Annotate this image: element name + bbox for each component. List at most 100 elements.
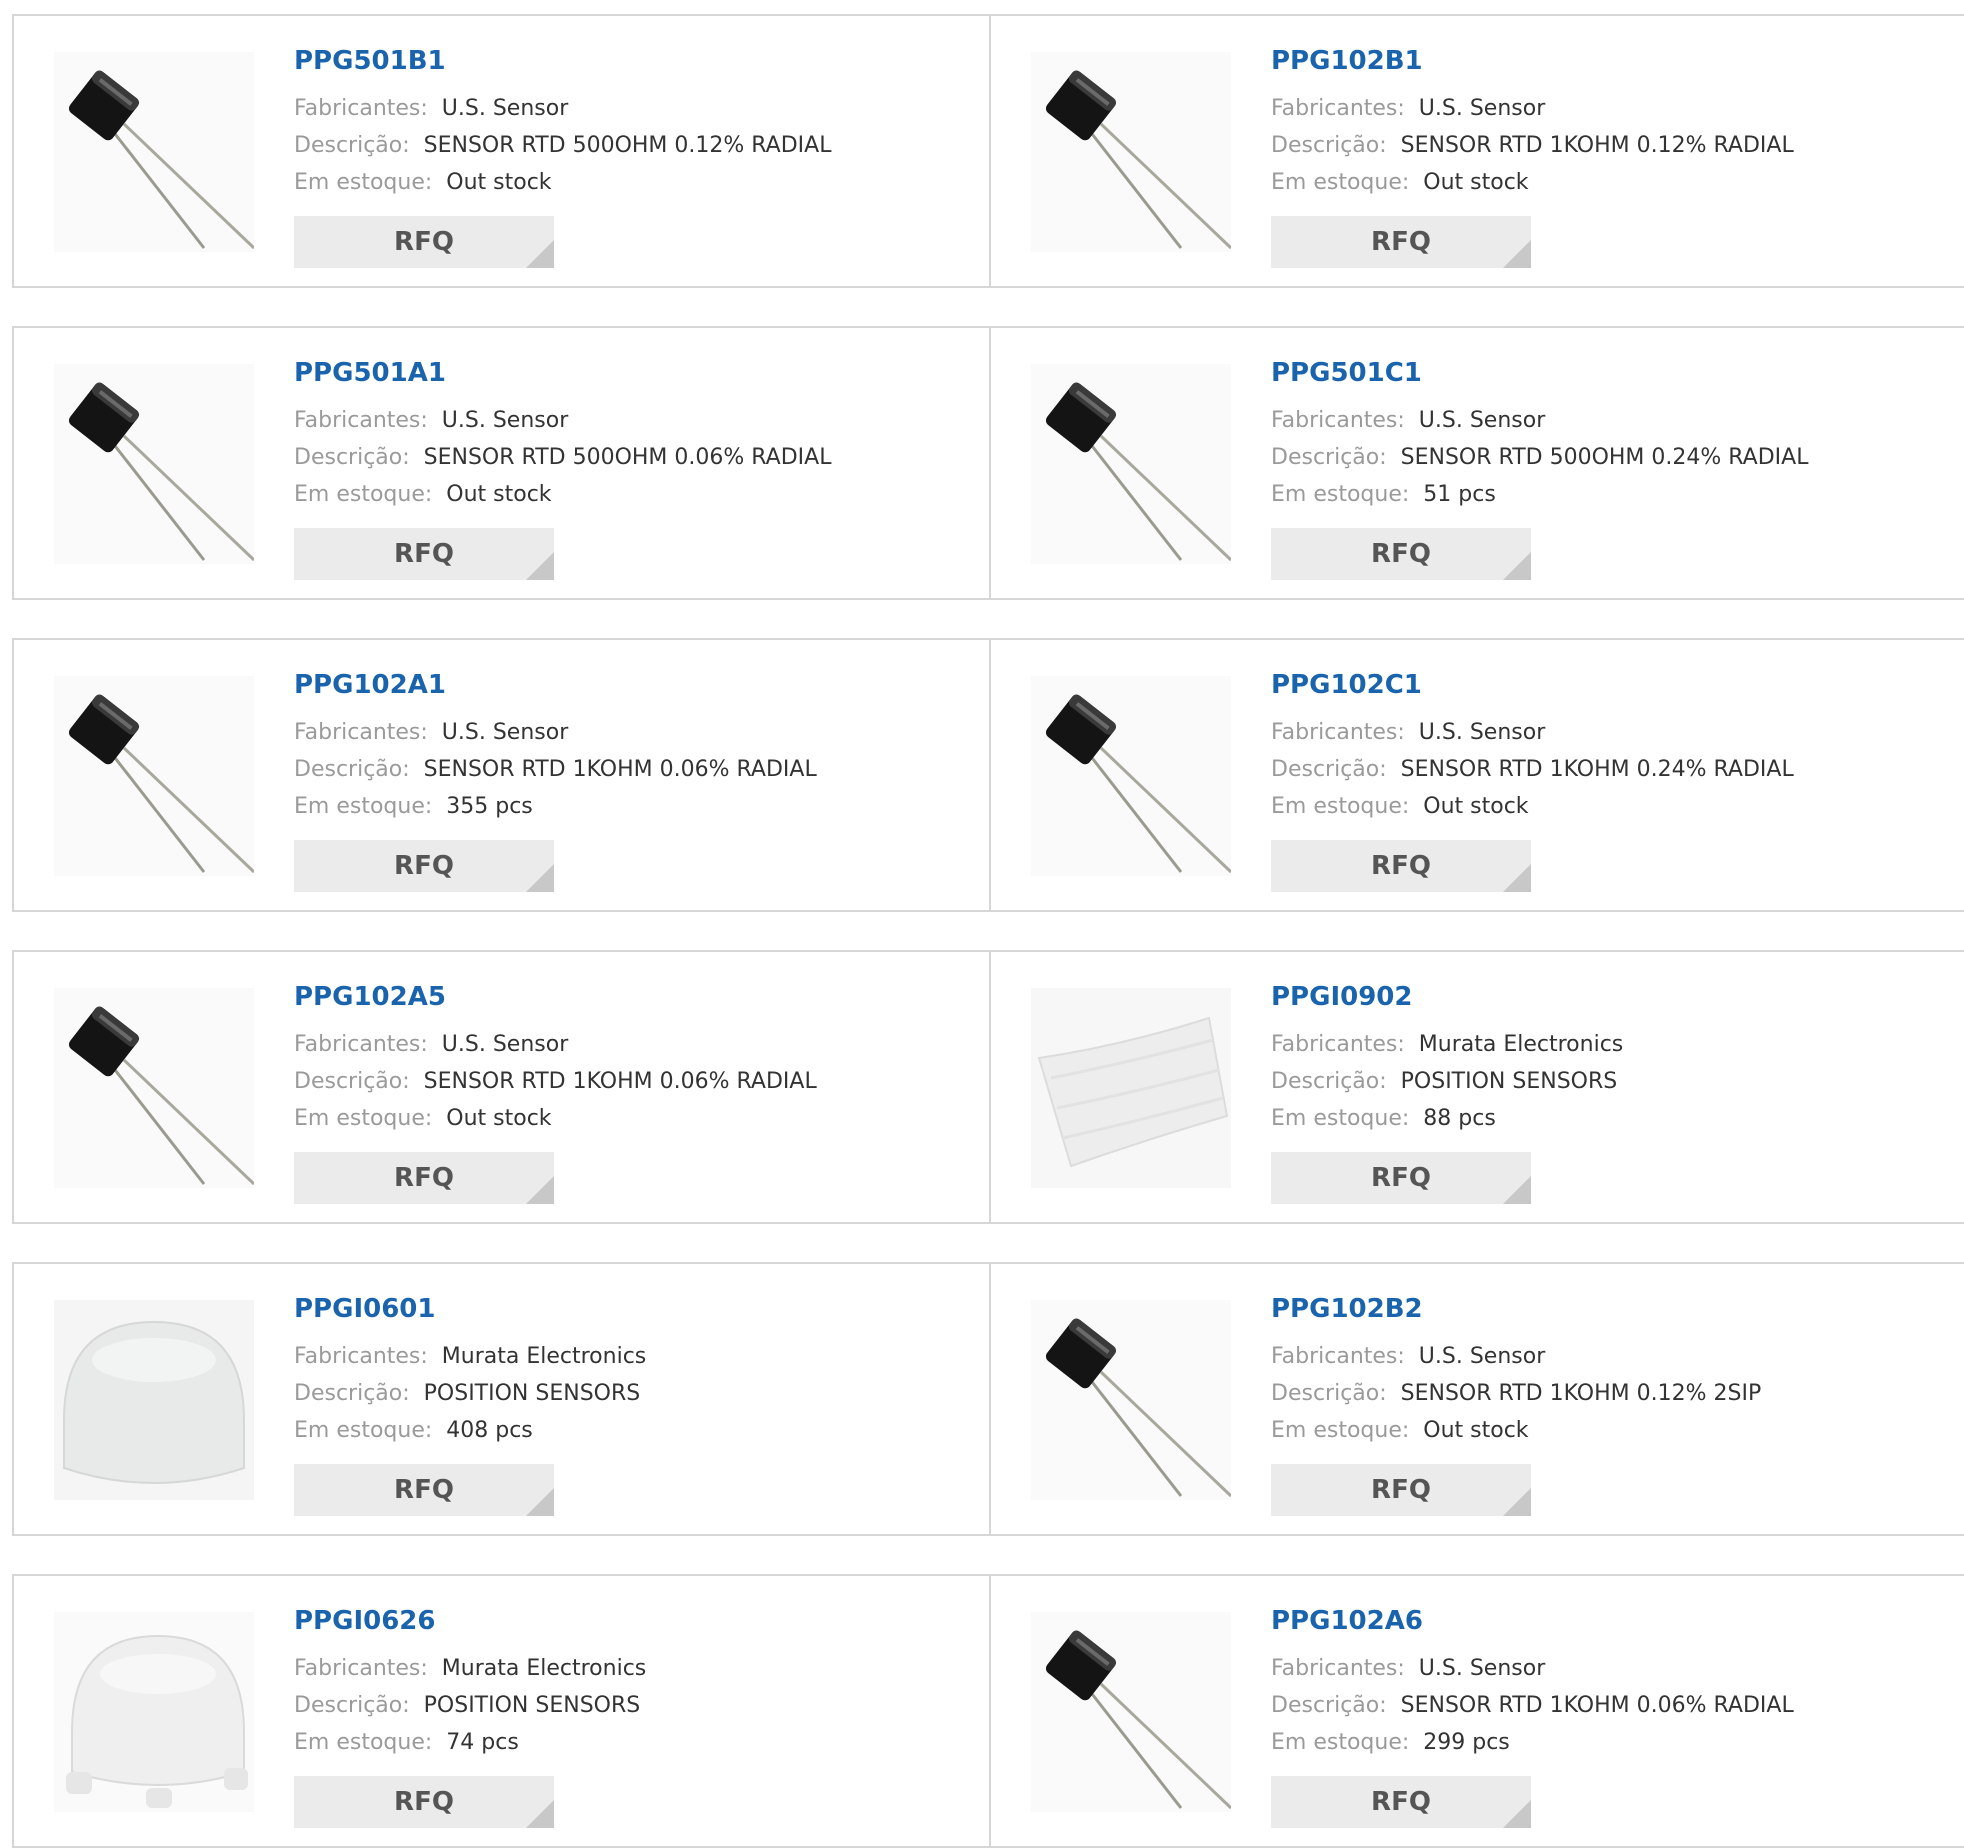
part-number-link[interactable]: PPG501A1	[294, 358, 446, 388]
manufacturer-label: Fabricantes:	[1271, 1344, 1405, 1369]
stock-value: 74 pcs	[446, 1730, 519, 1755]
product-card: PPG102C1 Fabricantes: U.S. Sensor Descrição…	[991, 640, 1964, 910]
product-image[interactable]	[54, 676, 254, 876]
product-image[interactable]	[1031, 1612, 1231, 1812]
manufacturer-line: Fabricantes: U.S. Sensor	[1271, 96, 1545, 121]
description-line: Descrição: SENSOR RTD 500OHM 0.24% RADIAL	[1271, 445, 1808, 470]
description-line: Descrição: SENSOR RTD 1KOHM 0.12% RADIAL	[1271, 133, 1794, 158]
rfq-label: RFQ	[394, 1787, 454, 1817]
manufacturer-value: U.S. Sensor	[1418, 408, 1546, 433]
stock-value: Out stock	[446, 1106, 552, 1131]
lens-sheet-icon	[1031, 988, 1231, 1188]
description-line: Descrição: SENSOR RTD 1KOHM 0.12% 2SIP	[1271, 1381, 1761, 1406]
product-image[interactable]	[54, 364, 254, 564]
product-card: PPG102B2 Fabricantes: U.S. Sensor Descrição…	[991, 1264, 1964, 1534]
product-row: PPGI0626 Fabricantes: Murata Electronics De…	[12, 1574, 1964, 1848]
rfq-button[interactable]: RFQ	[1271, 1464, 1531, 1516]
rfq-button[interactable]: RFQ	[1271, 1776, 1531, 1828]
rtd-sensor-icon	[1031, 1612, 1231, 1812]
rfq-button[interactable]: RFQ	[1271, 528, 1531, 580]
manufacturer-line: Fabricantes: U.S. Sensor	[1271, 1344, 1545, 1369]
manufacturer-value: U.S. Sensor	[1418, 96, 1546, 121]
product-image[interactable]	[1031, 1300, 1231, 1500]
rfq-button[interactable]: RFQ	[294, 216, 554, 268]
stock-label: Em estoque:	[1271, 1418, 1410, 1443]
description-line: Descrição: POSITION SENSORS	[294, 1381, 640, 1406]
description-label: Descrição:	[294, 445, 410, 470]
rfq-button[interactable]: RFQ	[294, 1776, 554, 1828]
stock-line: Em estoque: Out stock	[294, 1106, 552, 1131]
manufacturer-label: Fabricantes:	[294, 1656, 428, 1681]
product-image[interactable]	[1031, 364, 1231, 564]
rtd-sensor-icon	[1031, 364, 1231, 564]
rfq-button[interactable]: RFQ	[294, 1152, 554, 1204]
stock-label: Em estoque:	[1271, 170, 1410, 195]
part-number-link[interactable]: PPGI0626	[294, 1606, 436, 1636]
corner-triangle-icon	[526, 1488, 554, 1516]
rtd-sensor-icon	[1031, 1300, 1231, 1500]
description-label: Descrição:	[294, 1069, 410, 1094]
description-label: Descrição:	[1271, 1069, 1387, 1094]
product-image[interactable]	[1031, 52, 1231, 252]
stock-label: Em estoque:	[294, 170, 433, 195]
part-number-link[interactable]: PPG102A1	[294, 670, 446, 700]
stock-line: Em estoque: Out stock	[294, 482, 552, 507]
product-card: PPG102A5 Fabricantes: U.S. Sensor Descrição…	[14, 952, 990, 1222]
product-card: PPG102A1 Fabricantes: U.S. Sensor Descrição…	[14, 640, 990, 910]
description-value: SENSOR RTD 500OHM 0.06% RADIAL	[423, 445, 832, 470]
stock-line: Em estoque: Out stock	[1271, 794, 1529, 819]
manufacturer-label: Fabricantes:	[294, 1344, 428, 1369]
product-image[interactable]	[54, 988, 254, 1188]
product-image[interactable]	[54, 52, 254, 252]
corner-triangle-icon	[526, 1176, 554, 1204]
product-image[interactable]	[1031, 676, 1231, 876]
rfq-button[interactable]: RFQ	[294, 528, 554, 580]
description-line: Descrição: SENSOR RTD 1KOHM 0.06% RADIAL	[294, 1069, 817, 1094]
description-value: SENSOR RTD 1KOHM 0.12% 2SIP	[1400, 1381, 1762, 1406]
manufacturer-line: Fabricantes: U.S. Sensor	[294, 720, 568, 745]
stock-value: 355 pcs	[446, 794, 533, 819]
part-number-link[interactable]: PPG102B1	[1271, 46, 1423, 76]
description-value: SENSOR RTD 500OHM 0.24% RADIAL	[1400, 445, 1809, 470]
corner-triangle-icon	[1503, 1488, 1531, 1516]
part-number-link[interactable]: PPG102A6	[1271, 1606, 1423, 1636]
description-label: Descrição:	[294, 1381, 410, 1406]
manufacturer-label: Fabricantes:	[294, 96, 428, 121]
description-value: SENSOR RTD 1KOHM 0.06% RADIAL	[423, 1069, 817, 1094]
rfq-button[interactable]: RFQ	[1271, 216, 1531, 268]
part-number-link[interactable]: PPGI0902	[1271, 982, 1413, 1012]
corner-triangle-icon	[1503, 1176, 1531, 1204]
product-card: PPG501B1 Fabricantes: U.S. Sensor Descrição…	[14, 16, 990, 286]
rfq-button[interactable]: RFQ	[1271, 1152, 1531, 1204]
description-label: Descrição:	[1271, 133, 1387, 158]
manufacturer-line: Fabricantes: Murata Electronics	[294, 1656, 646, 1681]
part-number-link[interactable]: PPG102B2	[1271, 1294, 1423, 1324]
product-row: PPG102A1 Fabricantes: U.S. Sensor Descrição…	[12, 638, 1964, 912]
rfq-button[interactable]: RFQ	[1271, 840, 1531, 892]
manufacturer-value: U.S. Sensor	[1418, 1656, 1546, 1681]
corner-triangle-icon	[526, 240, 554, 268]
stock-label: Em estoque:	[294, 482, 433, 507]
product-image[interactable]	[54, 1300, 254, 1500]
rfq-button[interactable]: RFQ	[294, 840, 554, 892]
part-number-link[interactable]: PPG501C1	[1271, 358, 1422, 388]
stock-line: Em estoque: Out stock	[294, 170, 552, 195]
part-number-link[interactable]: PPGI0601	[294, 1294, 436, 1324]
description-line: Descrição: SENSOR RTD 500OHM 0.06% RADIAL	[294, 445, 831, 470]
description-line: Descrição: SENSOR RTD 1KOHM 0.06% RADIAL	[1271, 1693, 1794, 1718]
manufacturer-value: U.S. Sensor	[441, 1032, 569, 1057]
product-image[interactable]	[1031, 988, 1231, 1188]
part-number-link[interactable]: PPG501B1	[294, 46, 446, 76]
product-image[interactable]	[54, 1612, 254, 1812]
stock-line: Em estoque: 299 pcs	[1271, 1730, 1510, 1755]
stock-line: Em estoque: Out stock	[1271, 170, 1529, 195]
product-row: PPG102A5 Fabricantes: U.S. Sensor Descrição…	[12, 950, 1964, 1224]
part-number-link[interactable]: PPG102A5	[294, 982, 446, 1012]
manufacturer-line: Fabricantes: U.S. Sensor	[294, 1032, 568, 1057]
part-number-link[interactable]: PPG102C1	[1271, 670, 1422, 700]
product-row: PPG501B1 Fabricantes: U.S. Sensor Descrição…	[12, 14, 1964, 288]
corner-triangle-icon	[526, 552, 554, 580]
description-line: Descrição: SENSOR RTD 1KOHM 0.06% RADIAL	[294, 757, 817, 782]
stock-label: Em estoque:	[1271, 1730, 1410, 1755]
rfq-button[interactable]: RFQ	[294, 1464, 554, 1516]
